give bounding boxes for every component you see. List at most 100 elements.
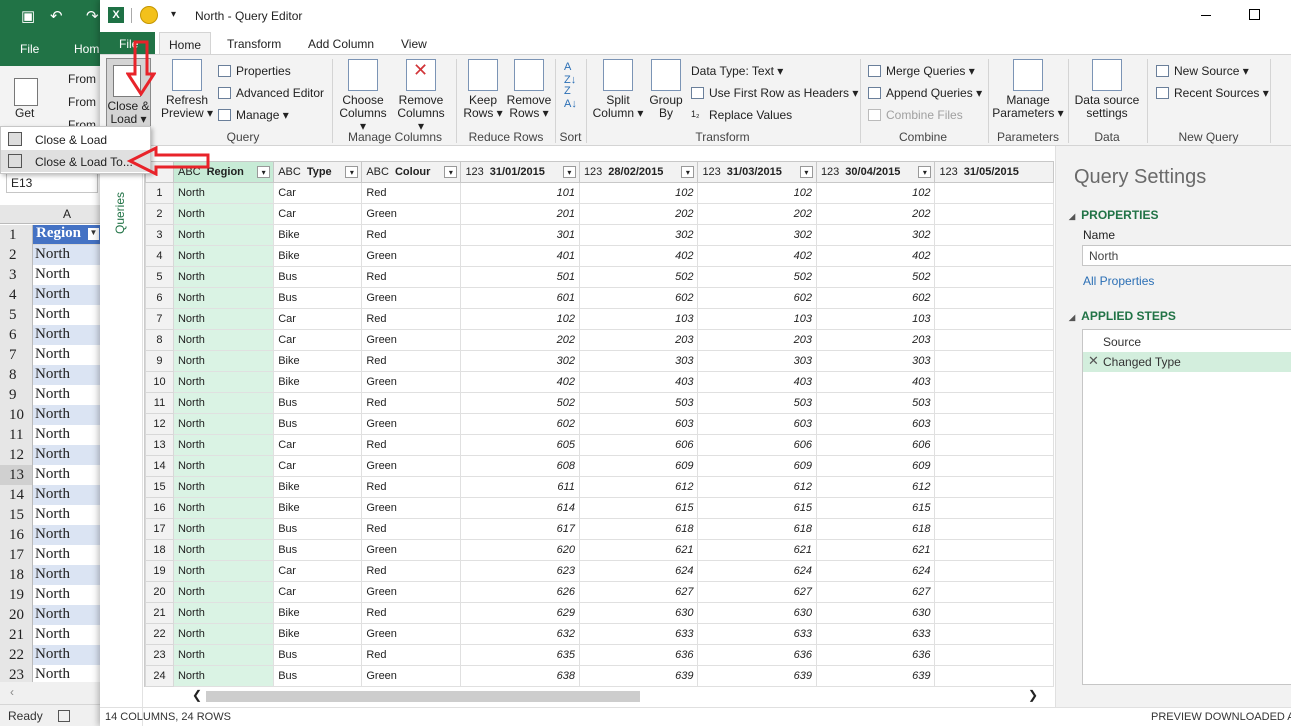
table-cell[interactable] [934, 245, 1054, 267]
sort-ascending-icon[interactable]: A Z↓ [564, 61, 576, 87]
row-number[interactable]: 21 [145, 602, 174, 624]
number-type-icon[interactable]: 123 [584, 166, 602, 178]
table-cell[interactable] [934, 392, 1054, 414]
data-preview-grid[interactable]: ABC Region ▾ ABC Type ▾ ABC Colour ▾ 123 31/01/201… [144, 161, 1054, 687]
table-cell[interactable]: North [172, 665, 275, 687]
keep-rows-button[interactable]: Keep Rows ▾ [460, 59, 506, 120]
table-cell[interactable]: 615 [578, 497, 699, 519]
table-cell[interactable] [934, 623, 1054, 645]
table-cell[interactable]: 203 [578, 329, 699, 351]
tab-transform[interactable]: Transform [218, 32, 290, 55]
table-cell[interactable]: 611 [460, 476, 580, 498]
table-cell[interactable]: 303 [578, 350, 699, 372]
table-cell[interactable]: North [172, 434, 275, 456]
sheet-view-icon[interactable] [58, 710, 70, 722]
table-cell[interactable]: 605 [460, 434, 580, 456]
remove-rows-button[interactable]: Remove Rows ▾ [506, 59, 552, 120]
row-number[interactable]: 12 [145, 413, 174, 435]
row-number[interactable]: 3 [145, 224, 174, 246]
excel-h-scrollbar[interactable]: ‹ [0, 682, 100, 704]
excel-cell[interactable]: North [33, 405, 100, 425]
table-cell[interactable]: Green [361, 245, 462, 267]
table-cell[interactable]: Red [361, 182, 462, 204]
table-cell[interactable]: Red [361, 266, 462, 288]
table-cell[interactable] [934, 371, 1054, 393]
table-cell[interactable]: 624 [578, 560, 699, 582]
row-number[interactable]: 22 [0, 645, 33, 665]
column-header-4[interactable]: 123 31/01/2015 ▾ [460, 161, 580, 183]
row-number[interactable]: 21 [0, 625, 33, 645]
table-cell[interactable]: Green [361, 665, 462, 687]
row-number[interactable]: 4 [145, 245, 174, 267]
table-cell[interactable]: North [172, 476, 275, 498]
table-cell[interactable]: North [172, 371, 275, 393]
sort-descending-icon[interactable]: Z A↓ [564, 85, 577, 111]
properties-button[interactable]: Properties [218, 64, 291, 78]
row-number[interactable]: 1 [0, 225, 33, 245]
table-cell[interactable]: 627 [697, 581, 817, 603]
table-cell[interactable]: Green [361, 497, 462, 519]
delete-step-icon[interactable]: ✕ [1088, 353, 1099, 369]
save-icon[interactable]: ▣ [21, 7, 35, 25]
column-header-6[interactable]: 123 31/03/2015 ▾ [697, 161, 817, 183]
scrollbar-thumb[interactable] [206, 691, 640, 702]
table-cell[interactable]: North [172, 308, 275, 330]
table-cell[interactable]: North [172, 245, 275, 267]
row-number[interactable]: 10 [0, 405, 33, 425]
row-number[interactable]: 18 [0, 565, 33, 585]
table-cell[interactable]: Bus [273, 287, 363, 309]
table-cell[interactable]: 614 [460, 497, 580, 519]
row-number[interactable]: 16 [145, 497, 174, 519]
table-cell[interactable]: 602 [697, 287, 817, 309]
filter-dropdown-icon[interactable]: ▾ [562, 166, 576, 178]
excel-cell[interactable]: North [33, 485, 100, 505]
table-cell[interactable]: 103 [578, 308, 699, 330]
choose-columns-button[interactable]: Choose Columns ▾ [336, 59, 390, 133]
step-changed-type[interactable]: ✕ Changed Type [1083, 352, 1291, 372]
table-cell[interactable]: Bus [273, 539, 363, 561]
table-cell[interactable]: North [172, 497, 275, 519]
table-cell[interactable]: 633 [578, 623, 699, 645]
table-cell[interactable]: Bike [273, 371, 363, 393]
table-cell[interactable]: Bus [273, 665, 363, 687]
table-cell[interactable]: 502 [578, 266, 699, 288]
table-cell[interactable]: 202 [578, 203, 699, 225]
row-number[interactable]: 20 [145, 581, 174, 603]
table-cell[interactable]: 102 [697, 182, 817, 204]
new-source-button[interactable]: New Source ▾ [1156, 64, 1249, 78]
query-name-input[interactable]: North [1082, 245, 1291, 266]
filter-dropdown-icon[interactable]: ▾ [799, 166, 813, 178]
excel-cell[interactable]: North [33, 465, 100, 485]
table-cell[interactable]: Bus [273, 518, 363, 540]
filter-dropdown-icon[interactable]: ▾ [918, 166, 932, 178]
column-header-8[interactable]: 123 31/05/2015 [934, 161, 1054, 183]
from-button-1[interactable]: From [68, 72, 96, 86]
table-cell[interactable]: 609 [578, 455, 699, 477]
row-number[interactable]: 5 [145, 266, 174, 288]
table-cell[interactable]: 303 [815, 350, 936, 372]
table-cell[interactable]: 617 [460, 518, 580, 540]
table-cell[interactable]: Car [273, 581, 363, 603]
row-number[interactable]: 8 [145, 329, 174, 351]
row-number[interactable]: 19 [145, 560, 174, 582]
excel-cell[interactable]: North [33, 305, 100, 325]
table-cell[interactable]: 603 [578, 413, 699, 435]
table-cell[interactable]: 502 [697, 266, 817, 288]
table-cell[interactable]: North [172, 455, 275, 477]
table-cell[interactable] [934, 539, 1054, 561]
table-cell[interactable]: 502 [460, 392, 580, 414]
row-number[interactable]: 17 [0, 545, 33, 565]
table-cell[interactable]: North [172, 182, 275, 204]
row-number[interactable]: 4 [0, 285, 33, 305]
table-cell[interactable]: 602 [815, 287, 936, 309]
table-cell[interactable] [934, 350, 1054, 372]
table-cell[interactable]: 633 [815, 623, 936, 645]
refresh-preview-button[interactable]: Refresh Preview ▾ [160, 59, 214, 120]
table-cell[interactable]: North [172, 539, 275, 561]
row-number[interactable]: 13 [145, 434, 174, 456]
table-cell[interactable]: 501 [460, 266, 580, 288]
row-number[interactable]: 8 [0, 365, 33, 385]
table-cell[interactable]: 302 [815, 224, 936, 246]
advanced-editor-button[interactable]: Advanced Editor [218, 86, 324, 100]
table-cell[interactable]: North [172, 413, 275, 435]
